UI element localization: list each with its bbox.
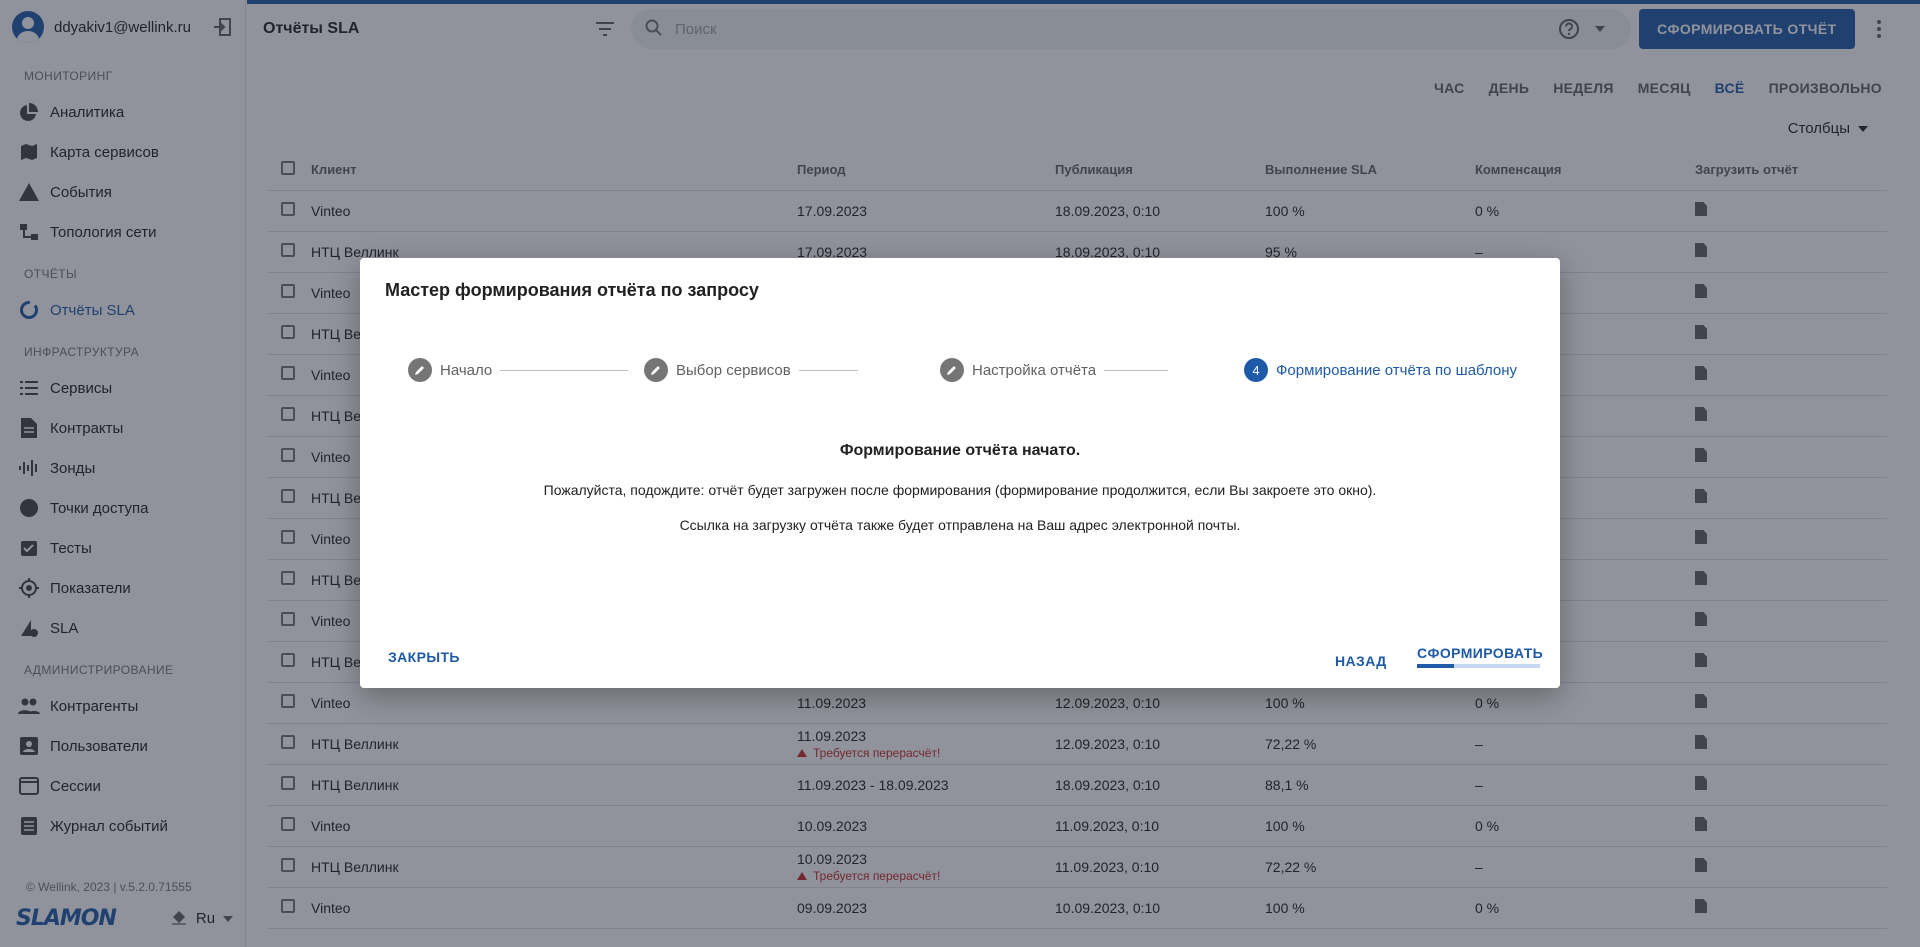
edit-icon (644, 358, 668, 382)
step-connector (488, 370, 628, 371)
edit-icon (940, 358, 964, 382)
step-label: Формирование отчёта по шаблону (1276, 361, 1518, 379)
submit-progress-bar (1417, 664, 1540, 668)
dialog-title: Мастер формирования отчёта по запросу (385, 280, 759, 300)
progress-fill (1417, 664, 1454, 668)
back-button[interactable]: НАЗАД (1335, 653, 1387, 669)
step-generate-report[interactable]: 4 Формирование отчёта по шаблону (1244, 358, 1526, 382)
step-select-services[interactable]: Выбор сервисов (644, 358, 799, 382)
report-wizard-dialog: Мастер формирования отчёта по запросу На… (360, 258, 1560, 688)
status-heading: Формирование отчёта начато. (839, 442, 1081, 459)
status-message: Пожалуйста, подождите: отчёт будет загру… (543, 482, 1377, 498)
email-note: Ссылка на загрузку отчёта также будет от… (679, 517, 1241, 533)
wizard-stepper: Начало Выбор сервисов Настройка отчёта 4… (408, 358, 1526, 384)
step-number: 4 (1244, 358, 1268, 382)
step-report-settings[interactable]: Настройка отчёта (940, 358, 1105, 382)
step-label: Выбор сервисов (676, 361, 791, 379)
step-label: Настройка отчёта (972, 361, 1097, 379)
edit-icon (408, 358, 432, 382)
close-button[interactable]: ЗАКРЫТЬ (388, 649, 460, 665)
step-start[interactable]: Начало (408, 358, 501, 382)
step-label: Начало (440, 361, 493, 379)
submit-button[interactable]: СФОРМИРОВАТЬ (1417, 645, 1543, 661)
